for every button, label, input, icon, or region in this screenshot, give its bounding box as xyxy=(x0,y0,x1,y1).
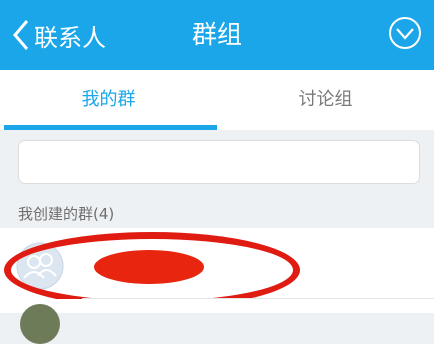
search-area xyxy=(0,130,434,194)
group-avatar xyxy=(20,304,60,344)
chevron-down-circle-icon xyxy=(389,17,421,49)
tab-discussion-groups[interactable]: 讨论组 xyxy=(217,70,434,130)
group-avatar-icon xyxy=(16,242,64,290)
page-title: 群组 xyxy=(191,20,242,49)
tab-bar: 我的群 讨论组 xyxy=(0,70,434,130)
redaction-mark xyxy=(94,250,204,284)
more-menu-button[interactable] xyxy=(388,16,422,50)
search-input[interactable] xyxy=(18,140,420,184)
section-header: 我创建的群(4) xyxy=(18,205,115,223)
top-bar: 联系人 群组 xyxy=(0,0,434,70)
tab-my-groups[interactable]: 我的群 xyxy=(0,70,217,130)
group-list-item[interactable] xyxy=(0,299,434,344)
group-list-item[interactable] xyxy=(0,228,434,300)
